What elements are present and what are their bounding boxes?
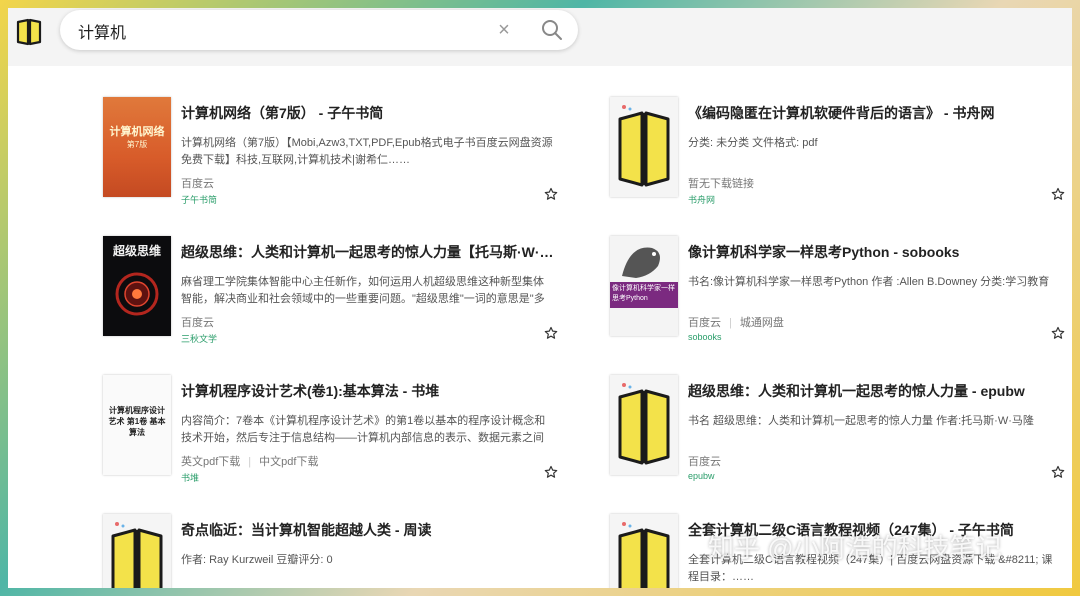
result-card[interactable]: 像计算机科学家一样思考Python 像计算机科学家一样思考Python - sob… xyxy=(610,236,1070,342)
favorite-star-icon[interactable] xyxy=(1051,187,1065,201)
book-placeholder-icon xyxy=(103,514,171,588)
result-title[interactable]: 奇点临近：当计算机智能超越人类 - 周读 xyxy=(181,520,561,542)
result-card[interactable]: 《编码隐匿在计算机软硬件背后的语言》 - 书舟网分类: 未分类 文件格式: pd… xyxy=(610,97,1070,205)
result-description: 计算机网络（第7版）【Mobi,Azw3,TXT,PDF,Epub格式电子书百度… xyxy=(181,137,553,166)
book-logo-icon[interactable] xyxy=(14,17,44,47)
result-description: 分类: 未分类 文件格式: pdf xyxy=(688,137,818,149)
cover-art xyxy=(115,272,159,316)
result-description: 书名 超级思维：人类和计算机一起思考的惊人力量 作者:托马斯·W·马隆 xyxy=(688,415,1034,427)
search-input[interactable] xyxy=(76,18,480,44)
app-window: × 计算机网络第7版计算机网络（第7版） - 子午书简计算机网络（第7版）【Mo… xyxy=(8,8,1072,588)
download-links: 百度云 xyxy=(181,175,481,191)
book-cover[interactable]: 计算机程序设计艺术 第1卷 基本算法 xyxy=(103,375,171,475)
download-link[interactable]: 百度云 xyxy=(688,317,721,329)
download-link[interactable]: 百度云 xyxy=(181,178,214,190)
result-card[interactable]: 计算机网络 第7版 计算机网络（第7版） - 子午书简 计算机网络（第7版）【Mobi… xyxy=(103,97,563,205)
result-card[interactable]: 奇点临近：当计算机智能超越人类 - 周读作者: Ray Kurzweil 豆瓣评… xyxy=(103,514,563,588)
source-site[interactable]: sobooks xyxy=(688,332,722,342)
source-site[interactable]: epubw xyxy=(688,471,715,481)
book-cover[interactable] xyxy=(610,514,678,588)
download-link[interactable]: 百度云 xyxy=(688,456,721,468)
result-card[interactable]: 计算机程序设计艺术 第1卷 基本算法 计算机程序设计艺术(卷1):基本算法 - 书… xyxy=(103,375,563,483)
link-separator: | xyxy=(248,456,252,468)
source-site[interactable]: 书堆 xyxy=(181,471,199,484)
result-card[interactable]: 超级思维：人类和计算机一起思考的惊人力量 - epubw 书名 超级思维：人类和计… xyxy=(610,375,1070,481)
book-cover[interactable] xyxy=(103,514,171,588)
result-description: 书名:像计算机科学家一样思考Python 作者 :Allen B.Downey … xyxy=(688,276,1050,288)
book-cover[interactable]: 超级思维 xyxy=(103,236,171,336)
download-link[interactable]: 英文pdf下载 xyxy=(181,456,240,468)
download-links: 英文pdf下载 | 中文pdf下载 xyxy=(181,453,481,469)
result-description: 作者: Ray Kurzweil 豆瓣评分: 0 xyxy=(181,554,333,566)
download-links: 百度云 xyxy=(181,314,481,330)
favorite-star-icon[interactable] xyxy=(544,465,558,479)
book-placeholder-icon xyxy=(610,514,678,588)
download-links: 百度云 | 城通网盘 xyxy=(688,314,988,330)
result-card[interactable]: 超级思维 超级思维：人类和计算机一起思考的惊人力量【托马斯·W·马... 麻省理工学… xyxy=(103,236,563,344)
book-cover[interactable]: 计算机网络第7版 xyxy=(103,97,171,197)
favorite-star-icon[interactable] xyxy=(544,326,558,340)
book-placeholder-icon xyxy=(610,375,678,475)
download-links: 暂无下载链接 xyxy=(688,175,988,191)
cover-subtitle: 第7版 xyxy=(126,140,148,149)
favorite-star-icon[interactable] xyxy=(544,187,558,201)
download-links: 百度云 xyxy=(688,453,988,469)
result-title[interactable]: 计算机程序设计艺术(卷1):基本算法 - 书堆 xyxy=(181,381,561,403)
result-title[interactable]: 超级思维：人类和计算机一起思考的惊人力量 - epubw xyxy=(688,381,1068,403)
download-link[interactable]: 中文pdf下载 xyxy=(259,456,318,468)
top-bar: × xyxy=(8,8,1072,66)
source-site[interactable]: 子午书简 xyxy=(181,193,217,206)
link-separator: | xyxy=(729,317,732,329)
source-site[interactable]: 三秋文学 xyxy=(181,332,217,345)
download-link[interactable]: 百度云 xyxy=(181,317,214,329)
download-link[interactable]: 暂无下载链接 xyxy=(688,178,754,190)
result-title[interactable]: 像计算机科学家一样思考Python - sobooks xyxy=(688,242,1068,264)
result-title[interactable]: 超级思维：人类和计算机一起思考的惊人力量【托马斯·W·马... xyxy=(181,242,561,264)
favorite-star-icon[interactable] xyxy=(1051,465,1065,479)
result-title[interactable]: 计算机网络（第7版） - 子午书简 xyxy=(181,103,561,125)
book-placeholder-icon xyxy=(610,97,678,197)
cover-title: 像计算机科学家一样思考Python xyxy=(612,285,675,302)
download-link[interactable]: 城通网盘 xyxy=(740,317,784,329)
watermark-text: 知乎 @小阿浩的科技笔记 xyxy=(708,533,1002,563)
book-cover[interactable]: 像计算机科学家一样思考Python xyxy=(610,236,678,336)
book-cover[interactable] xyxy=(610,97,678,197)
clear-search-icon[interactable]: × xyxy=(492,18,516,42)
result-title[interactable]: 《编码隐匿在计算机软硬件背后的语言》 - 书舟网 xyxy=(688,103,1068,125)
search-box: × xyxy=(60,10,578,50)
cover-title: 计算机网络 xyxy=(109,126,165,138)
book-cover[interactable] xyxy=(610,375,678,475)
search-icon[interactable] xyxy=(540,18,564,42)
source-site[interactable]: 书舟网 xyxy=(688,193,715,206)
favorite-star-icon[interactable] xyxy=(1051,326,1065,340)
cover-title: 计算机程序设计艺术 第1卷 基本算法 xyxy=(108,406,166,437)
result-description: 内容简介：7卷本《计算机程序设计艺术》的第1卷以基本的程序设计概念和技术开始，然… xyxy=(181,415,546,444)
result-description: 麻省理工学院集体智能中心主任新作，如何运用人机超级思维这种新型集体智能，解决商业… xyxy=(181,276,545,305)
